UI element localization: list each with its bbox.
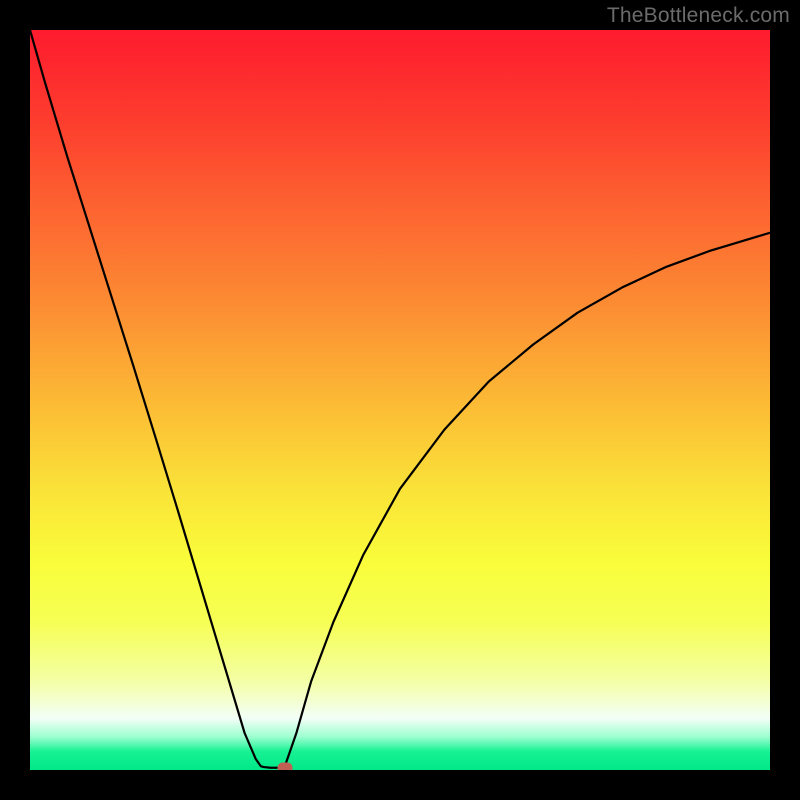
chart-frame: TheBottleneck.com	[0, 0, 800, 800]
plot-area	[30, 30, 770, 770]
bottleneck-curve	[30, 30, 770, 770]
minimum-marker	[277, 762, 292, 770]
watermark-text: TheBottleneck.com	[607, 4, 790, 28]
